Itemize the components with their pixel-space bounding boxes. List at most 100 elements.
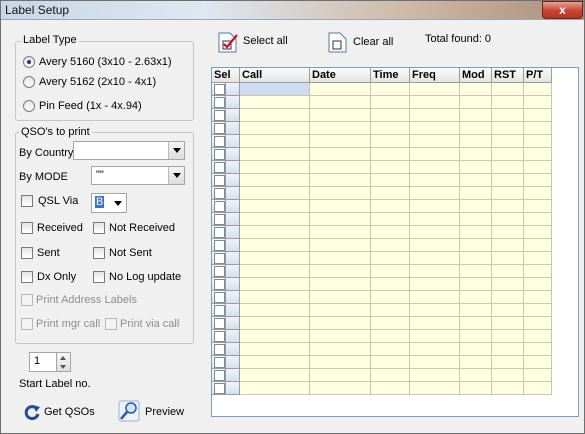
table-cell[interactable] xyxy=(310,265,371,278)
col-rst[interactable]: RST xyxy=(492,68,524,83)
received-label[interactable]: Received xyxy=(37,222,83,234)
table-cell[interactable] xyxy=(410,161,460,174)
qso-grid[interactable]: Sel Call Date Time Freq Mod RST P/T xyxy=(211,67,579,417)
table-cell[interactable] xyxy=(371,278,410,291)
table-cell[interactable] xyxy=(524,135,552,148)
row-header[interactable] xyxy=(226,187,240,200)
table-cell[interactable] xyxy=(492,252,524,265)
row-select-checkbox[interactable] xyxy=(212,356,226,369)
magnifier-icon[interactable] xyxy=(118,400,140,422)
table-cell[interactable] xyxy=(492,174,524,187)
table-cell[interactable] xyxy=(492,330,524,343)
row-header[interactable] xyxy=(226,239,240,252)
table-cell[interactable] xyxy=(460,122,492,135)
table-cell[interactable] xyxy=(371,148,410,161)
table-cell[interactable] xyxy=(410,187,460,200)
table-cell[interactable] xyxy=(371,330,410,343)
table-cell[interactable] xyxy=(310,161,371,174)
col-call[interactable]: Call xyxy=(240,68,310,83)
no-log-update-label[interactable]: No Log update xyxy=(109,271,181,283)
table-row[interactable] xyxy=(212,213,552,226)
table-cell[interactable] xyxy=(240,213,310,226)
table-cell[interactable] xyxy=(410,317,460,330)
table-cell[interactable] xyxy=(371,239,410,252)
table-row[interactable] xyxy=(212,343,552,356)
table-cell[interactable] xyxy=(492,291,524,304)
table-cell[interactable] xyxy=(460,382,492,395)
table-row[interactable] xyxy=(212,83,552,96)
dx-only-label[interactable]: Dx Only xyxy=(37,271,76,283)
table-cell[interactable] xyxy=(460,96,492,109)
table-cell[interactable] xyxy=(240,148,310,161)
table-cell[interactable] xyxy=(240,226,310,239)
row-select-checkbox[interactable] xyxy=(212,239,226,252)
table-cell[interactable] xyxy=(240,369,310,382)
table-cell[interactable] xyxy=(524,96,552,109)
get-qsos-button[interactable]: Get QSOs xyxy=(44,406,95,418)
row-select-checkbox[interactable] xyxy=(212,200,226,213)
table-cell[interactable] xyxy=(410,109,460,122)
table-row[interactable] xyxy=(212,278,552,291)
table-cell[interactable] xyxy=(492,148,524,161)
row-select-checkbox[interactable] xyxy=(212,135,226,148)
col-pt[interactable]: P/T xyxy=(524,68,552,83)
table-cell[interactable] xyxy=(410,83,460,96)
table-cell[interactable] xyxy=(310,343,371,356)
table-cell[interactable] xyxy=(371,343,410,356)
table-cell[interactable] xyxy=(310,252,371,265)
row-header[interactable] xyxy=(226,382,240,395)
row-select-checkbox[interactable] xyxy=(212,161,226,174)
row-select-checkbox[interactable] xyxy=(212,304,226,317)
by-mode-select[interactable]: "" xyxy=(91,166,185,185)
col-sel[interactable]: Sel xyxy=(212,68,240,83)
table-cell[interactable] xyxy=(310,135,371,148)
row-select-checkbox[interactable] xyxy=(212,96,226,109)
sent-label[interactable]: Sent xyxy=(37,247,60,259)
chevron-down-icon[interactable] xyxy=(168,167,184,184)
table-cell[interactable] xyxy=(240,278,310,291)
table-cell[interactable] xyxy=(371,122,410,135)
table-cell[interactable] xyxy=(524,330,552,343)
table-cell[interactable] xyxy=(240,343,310,356)
print-mgr-call-checkbox[interactable] xyxy=(21,318,33,330)
row-select-checkbox[interactable] xyxy=(212,83,226,96)
table-cell[interactable] xyxy=(371,187,410,200)
table-row[interactable] xyxy=(212,187,552,200)
table-row[interactable] xyxy=(212,239,552,252)
table-cell[interactable] xyxy=(371,200,410,213)
select-all-button[interactable]: Select all xyxy=(243,35,288,47)
table-cell[interactable] xyxy=(371,226,410,239)
select-all-icon[interactable] xyxy=(217,30,239,54)
table-row[interactable] xyxy=(212,382,552,395)
row-header[interactable] xyxy=(226,161,240,174)
table-cell[interactable] xyxy=(524,343,552,356)
row-select-checkbox[interactable] xyxy=(212,148,226,161)
table-cell[interactable] xyxy=(410,96,460,109)
table-cell[interactable] xyxy=(410,135,460,148)
row-select-checkbox[interactable] xyxy=(212,122,226,135)
table-cell[interactable] xyxy=(310,382,371,395)
by-country-select[interactable] xyxy=(73,141,185,160)
table-cell[interactable] xyxy=(492,226,524,239)
row-header[interactable] xyxy=(226,226,240,239)
row-header[interactable] xyxy=(226,291,240,304)
table-cell[interactable] xyxy=(524,291,552,304)
table-cell[interactable] xyxy=(524,317,552,330)
table-cell[interactable] xyxy=(524,109,552,122)
row-header[interactable] xyxy=(226,109,240,122)
table-cell[interactable] xyxy=(524,252,552,265)
table-cell[interactable] xyxy=(460,356,492,369)
col-date[interactable]: Date xyxy=(310,68,371,83)
table-cell[interactable] xyxy=(460,135,492,148)
table-cell[interactable] xyxy=(371,83,410,96)
table-cell[interactable] xyxy=(310,291,371,304)
table-cell[interactable] xyxy=(492,83,524,96)
table-cell[interactable] xyxy=(371,291,410,304)
table-cell[interactable] xyxy=(460,239,492,252)
table-cell[interactable] xyxy=(371,252,410,265)
row-select-checkbox[interactable] xyxy=(212,343,226,356)
table-cell[interactable] xyxy=(492,239,524,252)
table-cell[interactable] xyxy=(410,278,460,291)
table-cell[interactable] xyxy=(492,382,524,395)
row-header[interactable] xyxy=(226,174,240,187)
